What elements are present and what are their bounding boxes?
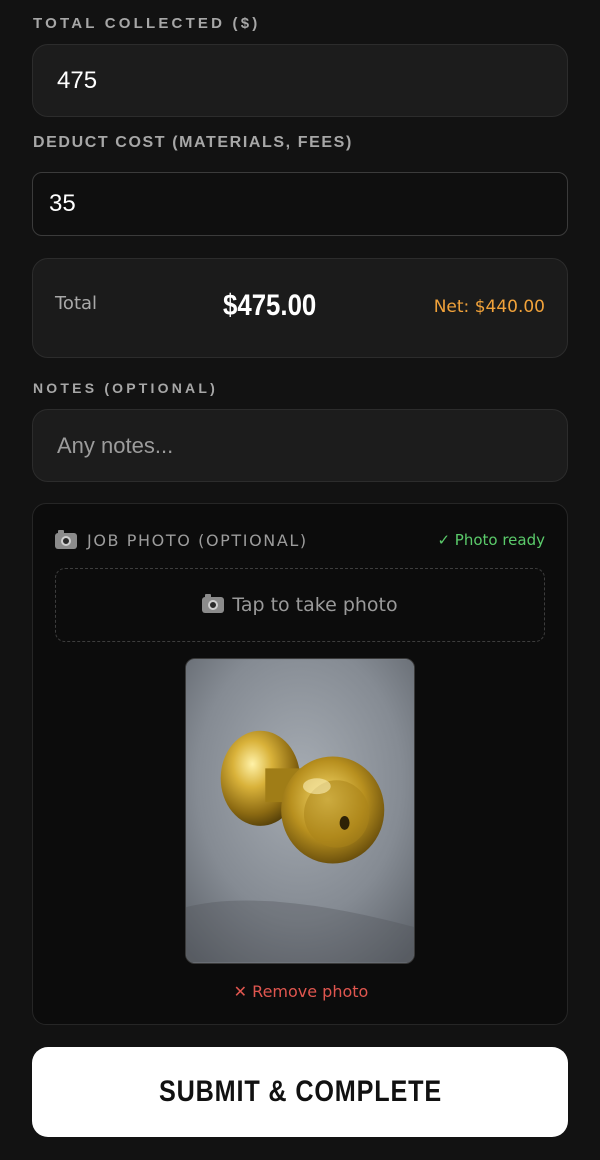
camera-icon [55, 529, 77, 549]
job-photo-preview [185, 658, 415, 964]
total-collected-label: TOTAL COLLECTED ($) [33, 15, 261, 32]
job-photo-label: JOB PHOTO (OPTIONAL) [87, 531, 308, 550]
total-collected-input[interactable]: 475 [32, 44, 568, 117]
submit-complete-label: SUBMIT & COMPLETE [158, 1075, 442, 1108]
remove-photo-button[interactable]: ✕ Remove photo [33, 982, 569, 1001]
job-photo-card: JOB PHOTO (OPTIONAL) ✓ Photo ready Tap t… [32, 503, 568, 1025]
summary-net-amount: Net: $440.00 [433, 297, 545, 317]
total-summary-card: Total $475.00 Net: $440.00 [32, 258, 568, 358]
doorknob-photo [186, 659, 414, 963]
submit-complete-button[interactable]: SUBMIT & COMPLETE [32, 1047, 568, 1137]
take-photo-label: Tap to take photo [232, 594, 398, 616]
photo-ready-status: ✓ Photo ready [437, 531, 545, 549]
job-complete-form: TOTAL COLLECTED ($) 475 DEDUCT COST (MAT… [0, 0, 600, 1160]
summary-total-amount: $475.00 [223, 289, 317, 322]
notes-input[interactable]: Any notes... [32, 409, 568, 482]
job-photo-header: JOB PHOTO (OPTIONAL) [55, 529, 308, 550]
camera-icon [202, 594, 225, 613]
deduct-cost-input[interactable]: 35 [32, 172, 568, 236]
take-photo-button[interactable]: Tap to take photo [55, 568, 545, 642]
deduct-cost-label: DEDUCT COST (MATERIALS, FEES) [33, 134, 353, 151]
summary-total-label: Total [55, 293, 98, 314]
notes-label: NOTES (OPTIONAL) [33, 380, 218, 396]
